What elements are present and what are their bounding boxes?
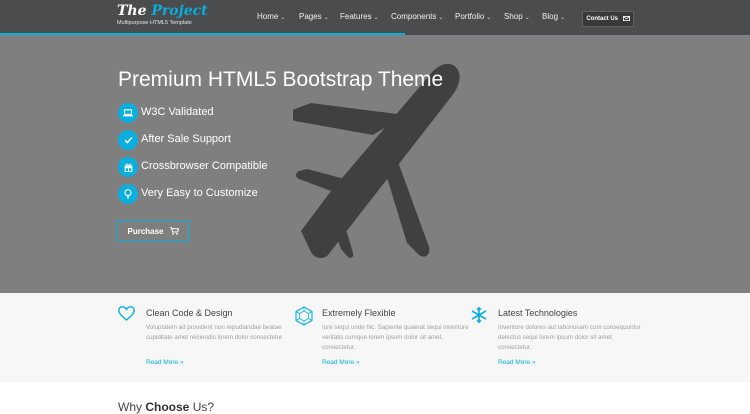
nav-item-blog[interactable]: Blog ⌄	[542, 12, 565, 21]
snowflake-icon	[471, 307, 487, 323]
section-heading: Why Choose Us?	[118, 400, 215, 414]
services-section: Clean Code & Design Voluptatem ad provid…	[0, 293, 750, 382]
chevron-down-icon: ⌄	[524, 15, 530, 21]
chevron-down-icon: ⌄	[486, 15, 492, 21]
service-text: Inventore dolores aut laboriosam cum con…	[498, 324, 641, 351]
read-more-link[interactable]: Read More »	[498, 359, 536, 366]
lightbulb-icon	[118, 184, 138, 204]
service-title: Latest Technologies	[498, 308, 578, 318]
envelope-icon	[622, 15, 630, 21]
cart-icon	[169, 227, 179, 235]
chevron-right-icon: »	[179, 359, 184, 366]
chevron-down-icon: ⌄	[560, 15, 566, 21]
airplane-icon	[293, 63, 460, 258]
chevron-right-icon: »	[531, 359, 536, 366]
chevron-down-icon: ⌄	[373, 15, 379, 21]
service-title: Clean Code & Design	[146, 308, 233, 318]
read-more-link[interactable]: Read More »	[146, 359, 184, 366]
laptop-icon	[118, 103, 138, 123]
chevron-down-icon: ⌄	[280, 15, 286, 21]
service-title: Extremely Flexible	[322, 308, 396, 318]
service-text: Voluptatem ad provident non repudiandae …	[146, 324, 284, 341]
brand-logo[interactable]: The Project Multipurpose HTML5 Template	[117, 3, 208, 26]
hero-title: Premium HTML5 Bootstrap Theme	[118, 68, 444, 91]
brand-title: The Project	[117, 3, 208, 19]
gift-icon	[118, 157, 138, 177]
nav-item-components[interactable]: Components ⌄	[391, 12, 443, 21]
nav-item-portfolio[interactable]: Portfolio ⌄	[455, 12, 491, 21]
hero-banner: Premium HTML5 Bootstrap Theme W3C Valida…	[0, 35, 750, 293]
brand-tagline: Multipurpose HTML5 Template	[117, 20, 192, 26]
check-icon	[118, 130, 138, 150]
chevron-down-icon: ⌄	[323, 15, 329, 21]
heart-icon	[118, 306, 135, 321]
nav-item-features[interactable]: Features ⌄	[340, 12, 379, 21]
nav-item-home[interactable]: Home ⌄	[257, 12, 285, 21]
purchase-button[interactable]: Purchase	[117, 220, 189, 242]
nav-item-pages[interactable]: Pages ⌄	[299, 12, 329, 21]
nav-item-shop[interactable]: Shop ⌄	[504, 12, 530, 21]
chevron-down-icon: ⌄	[438, 15, 444, 21]
chevron-right-icon: »	[355, 359, 360, 366]
contact-us-button[interactable]: Contact Us	[582, 11, 634, 27]
hexagon-icon	[295, 306, 313, 326]
read-more-link[interactable]: Read More »	[322, 359, 360, 366]
navbar: The Project Multipurpose HTML5 Template …	[0, 0, 750, 35]
service-text: Iure sequi unde hic. Sapiente quaerat se…	[322, 324, 469, 351]
